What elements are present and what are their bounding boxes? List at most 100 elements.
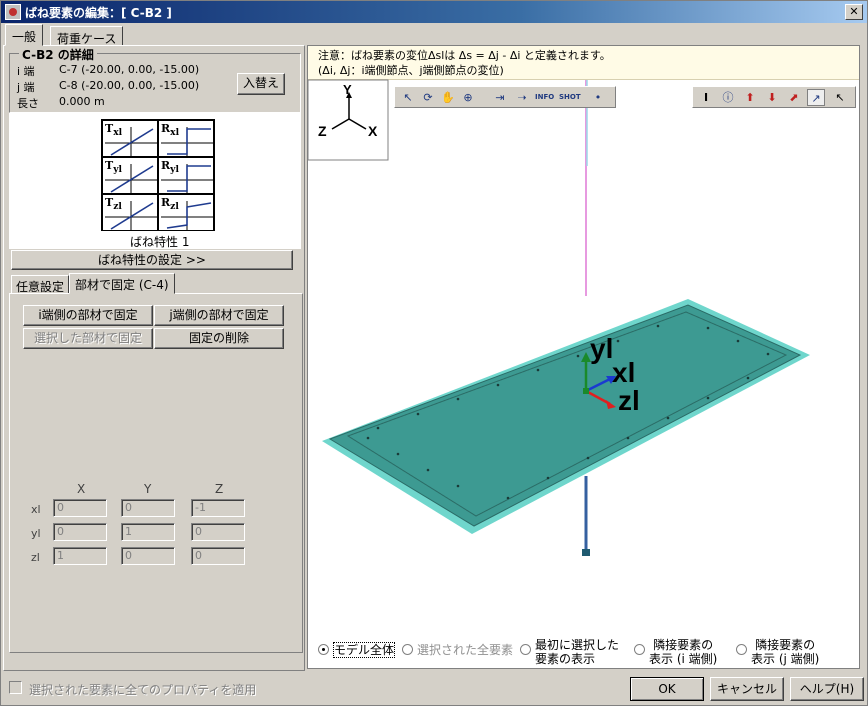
spring-cell-txl: Txl (102, 120, 158, 157)
info-icon[interactable]: INFO (535, 89, 554, 106)
spring-cell-rxl: Rxl (158, 120, 214, 157)
cursor-info-icon[interactable]: ↖ (831, 89, 849, 106)
global-y-label: Y (343, 82, 352, 97)
matrix-zl-y[interactable]: 0 (121, 547, 175, 565)
matrix-xl-z[interactable]: -1 (191, 499, 245, 517)
model-canvas[interactable]: Y Z X yl xl zl (308, 46, 860, 669)
display-toolbar: I ⓘ ⬆ ⬇ ⬈ ↗ ↖ (692, 86, 856, 108)
col-header-y: Y (144, 482, 152, 496)
radio-icon[interactable] (634, 644, 645, 655)
pick-arrow-icon[interactable]: ⇥ (491, 89, 509, 106)
details-title: C-B2 の詳細 (19, 46, 97, 63)
section-i-beam-icon[interactable]: I (697, 89, 715, 106)
col-header-z: Z (215, 482, 224, 496)
view-option-selected-all[interactable]: 選択された全要素 (402, 643, 513, 657)
spring-grid[interactable]: Txl Rxl Tyl Ryl Tzl Rzl (101, 119, 215, 231)
window-title: ばね要素の編集：[ C-B2 ] (25, 6, 172, 20)
linear-graph-icon (105, 201, 157, 230)
fix-j-side-button[interactable]: j端側の部材で固定 (154, 305, 284, 326)
view-toolbar: ↖ ⟳ ✋ ⊕ ⇥ ➝ INFO SHOT • (394, 86, 616, 108)
row-label-zl: zl (31, 551, 40, 564)
matrix-zl-z[interactable]: 0 (191, 547, 245, 565)
apply-all-checkbox[interactable] (9, 681, 22, 694)
screenshot-icon[interactable]: SHOT (559, 89, 581, 106)
local-axes-toggle-icon[interactable]: ↗ (807, 89, 825, 106)
tab-load-case[interactable]: 荷重ケース (50, 26, 124, 46)
radio-icon[interactable] (520, 644, 531, 655)
matrix-xl-x[interactable]: 0 (53, 499, 107, 517)
radio-icon[interactable] (736, 644, 747, 655)
load-mixed-icon[interactable]: ⬈ (785, 89, 803, 106)
step-graph-icon (161, 164, 213, 193)
view-option-label: 選択された全要素 (417, 643, 514, 657)
element-info-icon[interactable]: ⓘ (719, 89, 737, 106)
swap-button[interactable]: 入替え (237, 73, 285, 95)
tab-fix-by-member[interactable]: 部材で固定 (C-4) (69, 273, 175, 294)
select-pointer-icon[interactable]: ↖ (399, 89, 417, 106)
length-label: 長さ (17, 97, 39, 110)
view-option-first-selected[interactable]: 最初に選択した 要素の表示 (520, 638, 619, 666)
global-z-label: Z (318, 123, 327, 139)
i-end-value: C-7 (-20.00, 0.00, -15.00) (59, 63, 200, 76)
local-x-label: xl (612, 357, 635, 388)
plate (328, 304, 802, 527)
linear-graph-icon (105, 127, 157, 156)
ok-button[interactable]: OK (630, 677, 704, 701)
spring-node (583, 388, 589, 394)
col-header-x: X (77, 482, 86, 496)
row-label-xl: xl (31, 503, 41, 516)
row-label-yl: yl (31, 527, 41, 540)
tab-general[interactable]: 一般 (5, 24, 44, 46)
help-button[interactable]: ヘルプ(H) (790, 677, 864, 701)
apply-all-label: 選択された要素に全てのプロパティを適用 (29, 683, 257, 697)
view-option-model-all[interactable]: モデル全体 (318, 642, 396, 658)
load-down-icon[interactable]: ⬇ (763, 89, 781, 106)
local-y-label: yl (590, 333, 613, 364)
matrix-zl-x[interactable]: 1 (53, 547, 107, 565)
node-dot-icon[interactable]: • (589, 89, 607, 106)
measure-icon[interactable]: ➝ (513, 89, 531, 106)
radio-icon[interactable] (402, 644, 413, 655)
spring-cell-tyl: Tyl (102, 157, 158, 194)
spring-cell-rzl: Rzl (158, 194, 214, 231)
i-end-label: i 端 (17, 65, 35, 78)
dialog-window: ばね要素の編集：[ C-B2 ] ✕ 一般 荷重ケース C-B2 の詳細 i 端… (0, 0, 868, 706)
matrix-yl-z[interactable]: 0 (191, 523, 245, 541)
global-x-label: X (368, 123, 378, 139)
matrix-xl-y[interactable]: 0 (121, 499, 175, 517)
rotate-icon[interactable]: ⟳ (419, 89, 437, 106)
radio-icon[interactable] (318, 644, 329, 655)
load-up-icon[interactable]: ⬆ (741, 89, 759, 106)
view-option-label: モデル全体 (333, 642, 396, 658)
view-option-adjacent-i[interactable]: 隣接要素の 表示 (i 端側) (634, 638, 717, 666)
view-option-label: 隣接要素の 表示 (j 端側) (751, 638, 820, 666)
j-end-label: j 端 (17, 81, 35, 94)
bilinear-graph-icon (161, 201, 213, 230)
matrix-yl-y[interactable]: 1 (121, 523, 175, 541)
app-icon (5, 4, 21, 20)
close-button[interactable]: ✕ (845, 4, 863, 20)
delete-fix-button[interactable]: 固定の削除 (154, 328, 284, 349)
local-z-label: zl (618, 385, 640, 416)
view-option-label: 最初に選択した 要素の表示 (535, 638, 620, 666)
model-viewport[interactable]: 注意：ばね要素の変位Δslは Δs = Δj - Δi と定義されます。 (Δi… (307, 45, 860, 669)
spring-cell-ryl: Ryl (158, 157, 214, 194)
spring-caption: ばね特性 1 (130, 235, 190, 249)
step-graph-icon (161, 127, 213, 156)
length-value: 0.000 m (59, 95, 105, 108)
matrix-yl-x[interactable]: 0 (53, 523, 107, 541)
spring-cell-tzl: Tzl (102, 194, 158, 231)
view-option-label: 隣接要素の 表示 (i 端側) (649, 638, 718, 666)
fix-i-side-button[interactable]: i端側の部材で固定 (23, 305, 153, 326)
view-option-adjacent-j[interactable]: 隣接要素の 表示 (j 端側) (736, 638, 819, 666)
zoom-icon[interactable]: ⊕ (459, 89, 477, 106)
spring-settings-button[interactable]: ばね特性の設定 >> (11, 250, 293, 270)
fix-selected-button[interactable]: 選択した部材で固定 (23, 328, 153, 349)
pan-hand-icon[interactable]: ✋ (439, 89, 457, 106)
tab-custom-setting[interactable]: 任意設定 (11, 275, 70, 294)
j-end-value: C-8 (-20.00, 0.00, -15.00) (59, 79, 200, 92)
cancel-button[interactable]: キャンセル (710, 677, 784, 701)
title-bar: ばね要素の編集：[ C-B2 ] ✕ (1, 1, 867, 23)
linear-graph-icon (105, 164, 157, 193)
column-bottom-node (582, 549, 590, 556)
